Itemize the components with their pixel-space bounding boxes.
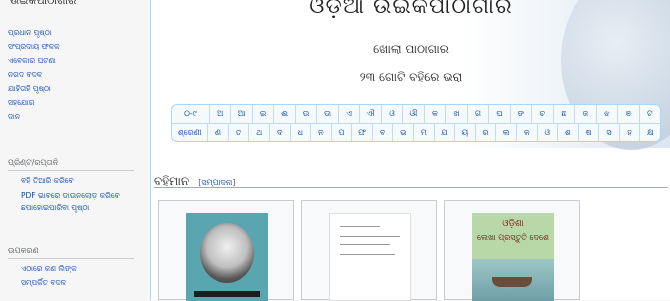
alphabet-link[interactable]: ଔ bbox=[402, 105, 423, 123]
section-edit-link[interactable]: [ସମ୍ପାଦନା] bbox=[198, 178, 235, 187]
cover-subtitle: ଲେଖା ପ୍ରସ୍ତୁତି ଦେଶେ bbox=[476, 233, 549, 242]
alphabet-link[interactable]: ଙ bbox=[509, 105, 531, 123]
alphabet-link[interactable]: ଅ bbox=[208, 105, 230, 123]
sidebar-item-what-links-here[interactable]: ଏଠାରେ କଣ ଲିଙ୍କ bbox=[8, 262, 134, 276]
sidebar-item-download-pdf[interactable]: PDF ଭାବରେ ଡାଉନଲୋଡ଼ କରିବେ bbox=[8, 188, 134, 201]
alphabet-link[interactable]: ଗ bbox=[466, 105, 488, 123]
alphabet-link[interactable]: ଇ bbox=[251, 105, 273, 123]
book-card[interactable]: ଓଡ଼ିଶା ଲେଖା ପ୍ରସ୍ତୁତି ଦେଶେ bbox=[444, 200, 580, 301]
alphabet-link[interactable]: ମ bbox=[413, 124, 434, 141]
text-line bbox=[340, 244, 390, 245]
sidebar-print-section: ପ୍ରିଣ୍ଟ/ରପ୍ତାନି ବହି ତିଆରି କରିବେ PDF ଭାବର… bbox=[8, 156, 134, 215]
alphabet-link[interactable]: ହ bbox=[618, 124, 640, 141]
alphabet-link[interactable]: ଦ bbox=[268, 124, 290, 141]
sidebar-item-printable-version[interactable]: ଛପାହୋଇପାରିବା ପୃଷ୍ଠା bbox=[8, 201, 134, 215]
alphabet-link[interactable]: ଖ bbox=[445, 105, 466, 123]
sidebar: ଉଇକିପାଠାଗାର ପ୍ରଧାନ ପୃଷ୍ଠା ସଂପ୍ରଦାୟ ଫଳକ ଏ… bbox=[0, 0, 140, 300]
alphabet-row-2: ଶ୍ରେଣୀ ଣ ତ ଥ ଦ ଧ ନ ପ ଫ ବ ଭ ମ ଯ ୟ ର ଲ ଳ ଓ… bbox=[172, 123, 660, 141]
alphabet-link[interactable]: ଭ bbox=[392, 124, 413, 141]
alphabet-link[interactable]: ଚ bbox=[531, 105, 552, 123]
book-card[interactable] bbox=[158, 200, 294, 301]
alphabet-link[interactable]: ଯ bbox=[433, 124, 455, 141]
sidebar-tools-heading: ଉପକରଣ bbox=[8, 244, 134, 259]
alphabet-row-1: ୦-୯ ଅ ଆ ଇ ଈ ଉ ଊ ଏ ଐ ଓ ଔ କ ଖ ଗ ଘ ଙ ଚ ଛ ଜ … bbox=[172, 105, 660, 123]
cover-title: ଓଡ଼ିଶା bbox=[502, 219, 524, 229]
book-cover-image[interactable] bbox=[329, 213, 411, 301]
alphabet-link[interactable]: ଆ bbox=[230, 105, 251, 123]
alphabet-link[interactable]: ଟ bbox=[638, 105, 660, 123]
alphabet-link[interactable]: ଳ bbox=[515, 124, 537, 141]
books-section-heading: ବହିମାନ [ସମ୍ପାଦନା] bbox=[154, 170, 668, 188]
alphabet-link[interactable]: ଷ bbox=[577, 124, 599, 141]
alphabet-link[interactable]: ଏ bbox=[337, 105, 359, 123]
sidebar-item-create-book[interactable]: ବହି ତିଆରି କରିବେ bbox=[8, 174, 134, 188]
sidebar-item-community[interactable]: ସଂପ୍ରଦାୟ ଫଳକ bbox=[8, 40, 134, 54]
alphabet-link[interactable]: ଫ bbox=[351, 124, 372, 141]
sidebar-item-donate[interactable]: ଦାନ bbox=[8, 110, 134, 124]
alphabet-link[interactable]: ଛ bbox=[552, 105, 574, 123]
alphabet-link[interactable]: ନ bbox=[310, 124, 331, 141]
text-line bbox=[340, 254, 395, 255]
alphabet-link[interactable]: ତ bbox=[227, 124, 249, 141]
book-cover-image[interactable]: ଓଡ଼ିଶା ଲେଖା ପ୍ରସ୍ତୁତି ଦେଶେ bbox=[472, 213, 554, 301]
alphabet-link[interactable]: ଐ bbox=[359, 105, 380, 123]
alphabet-link[interactable]: ଶ bbox=[557, 124, 578, 141]
book-card[interactable] bbox=[301, 200, 437, 301]
section-edit-label[interactable]: ସମ୍ପାଦନା bbox=[201, 178, 232, 187]
sidebar-navigation: ପ୍ରଧାନ ପୃଷ୍ଠା ସଂପ୍ରଦାୟ ଫଳକ ଏବେକାର ଘଟଣା ନ… bbox=[8, 26, 134, 124]
alphabet-link[interactable]: ଞ bbox=[617, 105, 638, 123]
alphabet-link[interactable]: ଉ bbox=[294, 105, 316, 123]
alphabet-link[interactable]: ଲ bbox=[495, 124, 516, 141]
alphabet-link[interactable]: ଝ bbox=[595, 105, 617, 123]
alphabet-link[interactable]: କ୍ଷ bbox=[639, 124, 660, 141]
cover-title-strip bbox=[194, 291, 260, 297]
alphabet-link[interactable]: ଊ bbox=[316, 105, 337, 123]
main-content: ଓଡ଼ିଆ ଉଇକିପାଠାଗାର ଖୋଲା ପାଠାଗାର ୨୩ ଗୋଟି ବ… bbox=[150, 0, 670, 301]
sidebar-item-current-events[interactable]: ଏବେକାର ଘଟଣା bbox=[8, 54, 134, 68]
sidebar-item-random-page[interactable]: ଯାହିତାହି ପୃଷ୍ଠା bbox=[8, 82, 134, 96]
alphabet-index: ୦-୯ ଅ ଆ ଇ ଈ ଉ ଊ ଏ ଐ ଓ ଔ କ ଖ ଗ ଘ ଙ ଚ ଛ ଜ … bbox=[171, 104, 661, 142]
text-line bbox=[340, 236, 400, 237]
alphabet-link[interactable]: ପ bbox=[330, 124, 352, 141]
boat-illustration bbox=[492, 277, 532, 287]
alphabet-link[interactable]: ବ bbox=[371, 124, 393, 141]
alphabet-link[interactable]: କ bbox=[423, 105, 445, 123]
sidebar-item-recent-changes[interactable]: ନଗଦ ବଦଳ bbox=[8, 68, 134, 82]
portrait-illustration bbox=[200, 223, 254, 283]
page-title: ଓଡ଼ିଆ ଉଇକିପାଠାଗାର bbox=[309, 0, 513, 19]
alphabet-link[interactable]: ୦-୯ bbox=[172, 105, 209, 123]
alphabet-link[interactable]: ୟ bbox=[454, 124, 475, 141]
page-subtitle: ଖୋଲା ପାଠାଗାର bbox=[373, 42, 449, 56]
alphabet-link[interactable]: ସ bbox=[598, 124, 619, 141]
section-title: ବହିମାନ bbox=[154, 174, 190, 188]
book-count: ୨୩ ଗୋଟି ବହିରେ ଭରା bbox=[359, 70, 463, 84]
alphabet-link[interactable]: ର bbox=[474, 124, 496, 141]
sidebar-item-help[interactable]: ସହଯୋଗ bbox=[8, 96, 134, 110]
alphabet-link[interactable]: ଓ bbox=[536, 124, 558, 141]
text-line bbox=[340, 226, 380, 227]
alphabet-link[interactable]: ଣ bbox=[207, 124, 228, 141]
sidebar-item-main-page[interactable]: ପ୍ରଧାନ ପୃଷ୍ଠା bbox=[8, 26, 134, 40]
alphabet-link[interactable]: ଘ bbox=[488, 105, 509, 123]
sidebar-print-heading: ପ୍ରିଣ୍ଟ/ରପ୍ତାନି bbox=[8, 156, 134, 171]
portal-banner: ଓଡ଼ିଆ ଉଇକିପାଠାଗାର ଖୋଲା ପାଠାଗାର ୨୩ ଗୋଟି ବ… bbox=[151, 0, 670, 150]
category-link[interactable]: ଶ୍ରେଣୀ bbox=[172, 124, 207, 141]
sidebar-item-related-changes[interactable]: ସମ୍ପର୍କିତ ବଦଳ bbox=[8, 276, 134, 290]
sidebar-top-cut-text: ଉଇକିପାଠାଗାର bbox=[10, 0, 77, 7]
sidebar-tools-section: ଉପକରଣ ଏଠାରେ କଣ ଲିଙ୍କ ସମ୍ପର୍କିତ ବଦଳ bbox=[8, 244, 134, 290]
alphabet-link[interactable]: ଈ bbox=[273, 105, 294, 123]
alphabet-link[interactable]: ଓ bbox=[380, 105, 402, 123]
alphabet-link[interactable]: ଥ bbox=[248, 124, 269, 141]
book-cover-image[interactable] bbox=[186, 213, 268, 301]
alphabet-link[interactable]: ଧ bbox=[289, 124, 311, 141]
alphabet-link[interactable]: ଜ bbox=[574, 105, 595, 123]
